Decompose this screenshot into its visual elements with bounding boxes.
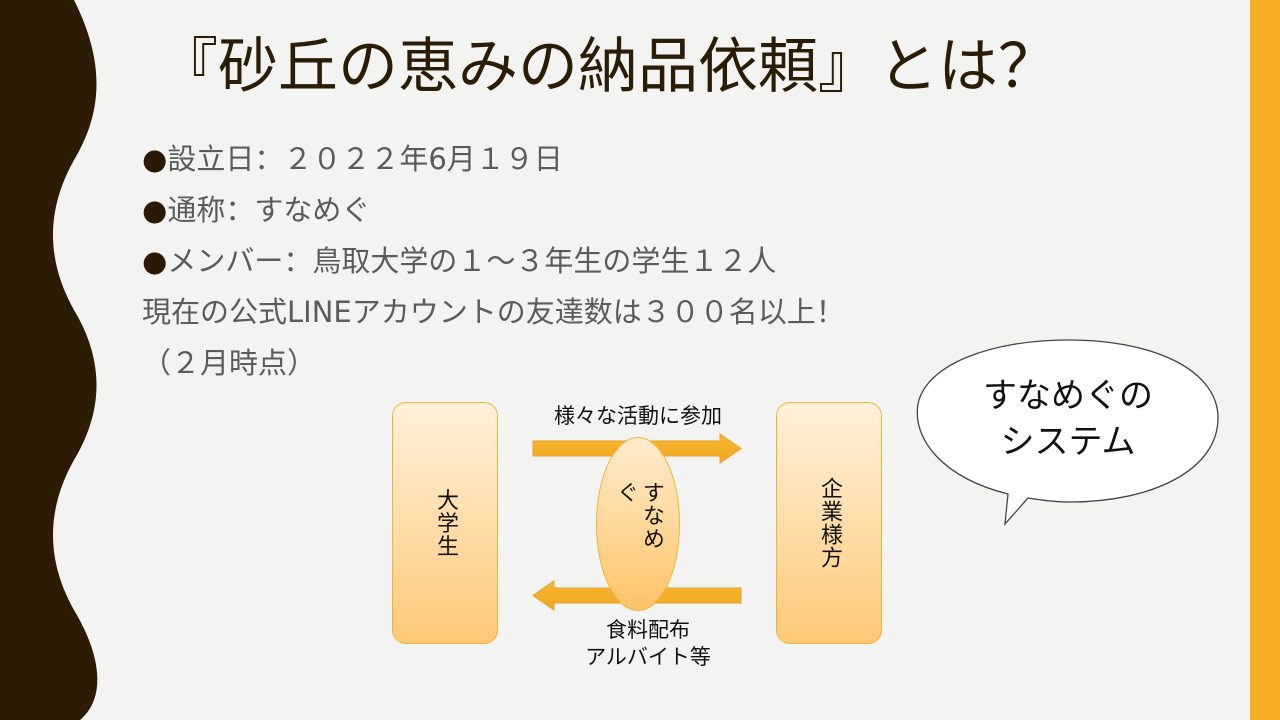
arrow-caption-bottom-line2: アルバイト等	[585, 645, 711, 669]
callout-text: すなめぐの システム	[930, 373, 1206, 465]
arrow-caption-top: 様々な活動に参加	[554, 404, 722, 428]
node-students: 大学生	[392, 402, 498, 644]
callout-line1: すなめぐの	[983, 376, 1153, 416]
slide: 『砂丘の恵みの納品依頼』とは？ ●設立日：２０２２年6月１９日 ●通称：すなめぐ…	[0, 0, 1280, 720]
node-companies: 企業様方	[776, 402, 882, 644]
node-sunamegu: すなめぐ	[596, 437, 680, 611]
node-students-label: 大学生	[433, 488, 458, 558]
diagram-shapes	[532, 339, 1219, 611]
arrow-caption-bottom: 食料配布 アルバイト等	[548, 617, 748, 671]
callout-line2: システム	[1000, 422, 1136, 462]
node-companies-label: 企業様方	[817, 477, 842, 569]
arrow-caption-bottom-line1: 食料配布	[606, 618, 690, 642]
node-sunamegu-label: すなめぐ	[613, 481, 664, 550]
